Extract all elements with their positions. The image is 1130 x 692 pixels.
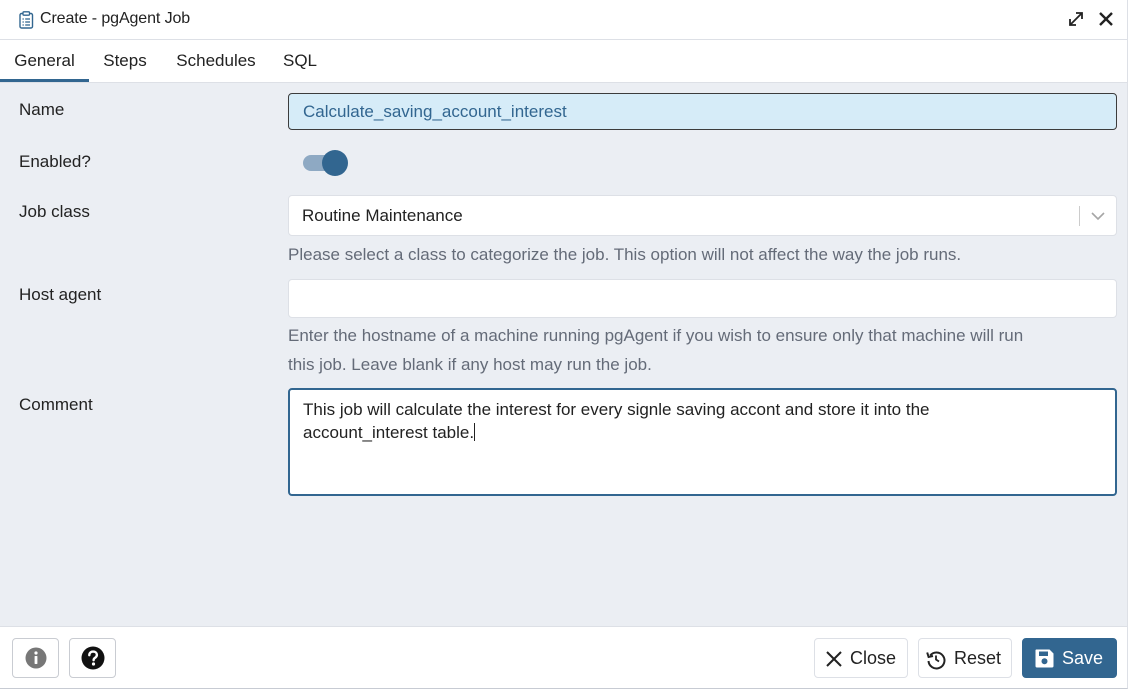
host-agent-help-line2: this job. Leave blank if any host may ru… — [288, 355, 652, 374]
dialog-title: Create - pgAgent Job — [40, 10, 191, 27]
enabled-toggle[interactable] — [302, 148, 350, 178]
help-button[interactable] — [69, 638, 116, 678]
name-label: Name — [19, 100, 65, 119]
tab-schedules[interactable]: Schedules — [167, 40, 265, 82]
info-icon — [25, 647, 47, 669]
job-class-select[interactable]: Routine Maintenance — [288, 195, 1117, 236]
tab-steps-label: Steps — [103, 51, 147, 70]
tab-general[interactable]: General — [0, 40, 89, 82]
save-floppy-icon — [1035, 649, 1054, 668]
tab-sql[interactable]: SQL — [276, 40, 324, 82]
reset-button-label: Reset — [954, 648, 1002, 668]
comment-textarea[interactable]: This job will calculate the interest for… — [288, 388, 1117, 496]
dialog-footer: Close Reset Save — [0, 626, 1127, 688]
toggle-knob — [322, 150, 348, 176]
tab-schedules-label: Schedules — [176, 51, 256, 70]
expand-arrows-icon[interactable] — [1067, 10, 1085, 28]
tab-bar: General Steps Schedules SQL — [0, 40, 1127, 83]
host-agent-label: Host agent — [19, 285, 102, 304]
host-agent-input[interactable] — [288, 279, 1117, 318]
job-class-help: Please select a class to categorize the … — [288, 245, 962, 264]
close-button[interactable]: Close — [814, 638, 908, 678]
comment-text: This job will calculate the interest for… — [303, 400, 930, 442]
job-class-selected-value: Routine Maintenance — [302, 206, 463, 225]
chevron-down-icon[interactable] — [1090, 208, 1106, 224]
close-button-label: Close — [850, 648, 897, 668]
clipboard-icon — [19, 11, 34, 29]
select-divider — [1079, 206, 1080, 226]
close-x-icon[interactable] — [1098, 11, 1114, 27]
comment-label: Comment — [19, 395, 93, 414]
save-button-label: Save — [1062, 648, 1104, 668]
reset-button[interactable]: Reset — [918, 638, 1012, 678]
host-agent-help-line1: Enter the hostname of a machine running … — [288, 326, 1024, 345]
text-caret — [474, 423, 476, 441]
info-button[interactable] — [12, 638, 59, 678]
name-input[interactable] — [288, 93, 1117, 130]
save-button[interactable]: Save — [1022, 638, 1117, 678]
create-pgagent-job-dialog: Create - pgAgent Job General Steps Sched… — [0, 0, 1128, 689]
tab-steps[interactable]: Steps — [94, 40, 156, 82]
help-question-icon — [81, 646, 105, 670]
tab-general-label: General — [14, 51, 75, 70]
enabled-label: Enabled? — [19, 152, 91, 171]
tab-sql-label: SQL — [282, 51, 318, 70]
reset-icon — [926, 651, 946, 670]
close-icon — [826, 651, 842, 667]
dialog-titlebar[interactable]: Create - pgAgent Job — [0, 0, 1127, 40]
job-class-label: Job class — [19, 202, 90, 221]
